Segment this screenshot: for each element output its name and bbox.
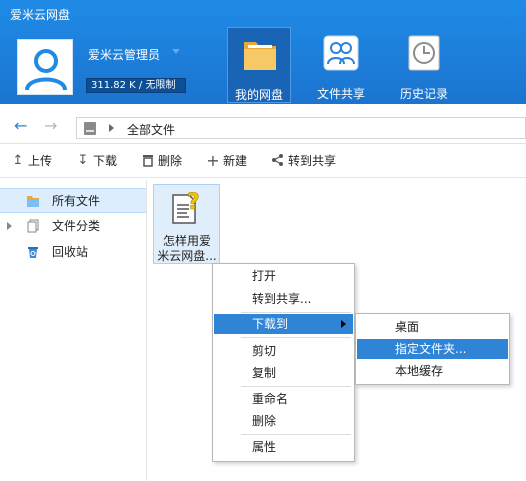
nav-label: 我的网盘 — [234, 88, 283, 102]
user-name[interactable]: 爱米云管理员 — [88, 46, 160, 63]
back-arrow-icon[interactable]: ← — [14, 118, 27, 134]
new-label: 新建 — [223, 154, 248, 168]
menu-item-download-to[interactable]: 下载到 — [214, 314, 353, 334]
documents-icon — [27, 219, 39, 233]
nav-label: 历史记录 — [399, 87, 448, 101]
nav-history[interactable]: 历史记录 — [392, 27, 456, 103]
plus-icon: + — [206, 151, 220, 170]
file-item[interactable]: ? 怎样用爱 米云网盘... — [153, 184, 220, 264]
avatar[interactable] — [17, 39, 73, 95]
menu-item-properties[interactable]: 属性 — [214, 437, 353, 457]
sidebar-item-all-files[interactable]: 所有文件 — [0, 188, 146, 213]
submenu-item-local-cache[interactable]: 本地缓存 — [357, 361, 508, 381]
submenu-item-desktop[interactable]: 桌面 — [357, 317, 508, 337]
nav-my-drive[interactable]: 我的网盘 — [227, 27, 291, 103]
users-share-icon — [323, 35, 359, 71]
trash-icon — [140, 153, 156, 169]
menu-item-rename[interactable]: 重命名 — [214, 389, 353, 409]
sidebar-item-label: 回收站 — [52, 245, 89, 259]
submenu-item-folder[interactable]: 指定文件夹... — [357, 339, 508, 359]
recycle-bin-icon — [28, 247, 38, 258]
address-bar: ← → 全部文件 — [0, 110, 526, 144]
menu-item-copy[interactable]: 复制 — [214, 363, 353, 383]
folder-icon — [244, 42, 276, 70]
path-input[interactable]: 全部文件 — [76, 117, 526, 139]
quota-indicator: 311.82 K / 无限制 — [86, 78, 186, 93]
help-document-icon: ? — [172, 190, 200, 224]
download-label: 下载 — [93, 154, 118, 168]
svg-text:?: ? — [187, 190, 200, 215]
menu-item-label: 下载到 — [252, 317, 289, 331]
menu-item-open[interactable]: 打开 — [214, 266, 353, 286]
breadcrumb[interactable]: 全部文件 — [127, 121, 175, 138]
user-icon — [25, 49, 67, 91]
sidebar: 所有文件 文件分类 回收站 — [0, 180, 147, 481]
chevron-down-icon[interactable] — [172, 49, 180, 54]
nav-file-share[interactable]: 文件共享 — [309, 27, 373, 103]
sidebar-item-recycle-bin[interactable]: 回收站 — [0, 240, 146, 265]
download-button[interactable]: ↧ 下载 — [75, 153, 117, 171]
share-icon — [270, 153, 286, 169]
download-icon: ↧ — [77, 153, 89, 168]
delete-label: 删除 — [158, 154, 183, 168]
menu-item-delete[interactable]: 删除 — [214, 411, 353, 431]
download-submenu: 桌面 指定文件夹... 本地缓存 — [355, 313, 510, 385]
menu-item-cut[interactable]: 剪切 — [214, 341, 353, 361]
clock-icon — [408, 35, 440, 71]
drive-icon — [84, 122, 96, 135]
file-name-line: 米云网盘... — [157, 249, 217, 263]
sidebar-item-label: 所有文件 — [52, 194, 101, 208]
expand-arrow-icon[interactable] — [7, 222, 12, 230]
delete-button[interactable]: 删除 — [140, 153, 182, 171]
menu-divider — [241, 386, 351, 387]
upload-icon: ↥ — [12, 153, 24, 168]
menu-item-share[interactable]: 转到共享... — [214, 289, 353, 309]
context-menu: 打开 转到共享... 下载到 剪切 复制 重命名 删除 属性 — [212, 263, 355, 462]
sidebar-item-label: 文件分类 — [52, 219, 101, 233]
menu-divider — [241, 337, 351, 338]
app-title: 爱米云网盘 — [10, 8, 71, 22]
folder-icon — [27, 196, 39, 207]
toolbar: ↥ 上传 ↧ 下载 删除 + 新建 转到共享 — [0, 144, 526, 178]
chevron-right-icon[interactable] — [109, 124, 114, 132]
upload-label: 上传 — [28, 154, 53, 168]
file-name-line: 怎样用爱 — [162, 234, 211, 248]
share-button[interactable]: 转到共享 — [270, 153, 336, 171]
new-button[interactable]: + 新建 — [205, 153, 247, 171]
upload-button[interactable]: ↥ 上传 — [10, 153, 52, 171]
header-bar: 爱米云网盘 爱米云管理员 311.82 K / 无限制 我的网盘 文件共享 历史… — [0, 0, 526, 104]
file-name: 怎样用爱 米云网盘... — [156, 234, 218, 264]
forward-arrow-icon[interactable]: → — [44, 118, 57, 134]
menu-divider — [241, 434, 351, 435]
share-label: 转到共享 — [288, 154, 337, 168]
nav-label: 文件共享 — [316, 87, 365, 101]
menu-divider — [241, 312, 351, 313]
chevron-right-icon — [341, 320, 346, 328]
sidebar-item-categories[interactable]: 文件分类 — [0, 214, 146, 239]
